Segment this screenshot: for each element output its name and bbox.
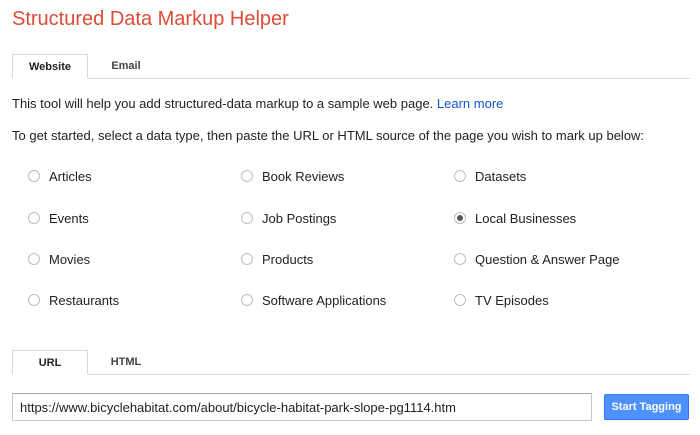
radio-button[interactable] bbox=[241, 212, 253, 224]
start-tagging-button[interactable]: Start Tagging bbox=[604, 394, 689, 420]
option-label: Book Reviews bbox=[262, 168, 345, 184]
data-type-option[interactable]: Software Applications bbox=[241, 291, 386, 309]
option-label: Job Postings bbox=[262, 210, 337, 226]
option-label: Events bbox=[49, 210, 89, 226]
radio-button[interactable] bbox=[28, 294, 40, 306]
radio-button[interactable] bbox=[454, 170, 466, 182]
radio-button[interactable] bbox=[454, 294, 466, 306]
radio-button[interactable] bbox=[28, 253, 40, 265]
data-type-option[interactable]: Restaurants bbox=[28, 291, 119, 309]
intro-text: This tool will help you add structured-d… bbox=[12, 96, 503, 111]
option-label: Articles bbox=[49, 168, 92, 184]
tab-email[interactable]: Email bbox=[88, 54, 164, 78]
option-label: TV Episodes bbox=[475, 292, 549, 308]
tab-url[interactable]: URL bbox=[12, 350, 88, 375]
data-type-option[interactable]: Job Postings bbox=[241, 209, 336, 227]
page-title: Structured Data Markup Helper bbox=[12, 8, 289, 30]
data-type-option[interactable]: Movies bbox=[28, 250, 90, 268]
radio-button[interactable] bbox=[241, 170, 253, 182]
option-label: Products bbox=[262, 251, 314, 267]
data-type-option[interactable]: Local Businesses bbox=[454, 209, 576, 227]
option-label: Local Businesses bbox=[475, 210, 577, 226]
tab-html[interactable]: HTML bbox=[88, 350, 164, 374]
option-label: Restaurants bbox=[49, 292, 120, 308]
radio-button[interactable] bbox=[241, 253, 253, 265]
option-label: Software Applications bbox=[262, 292, 387, 308]
source-tabs: URL HTML bbox=[12, 350, 690, 375]
url-input[interactable] bbox=[12, 393, 592, 421]
radio-button[interactable] bbox=[454, 253, 466, 265]
instruction-text: To get started, select a data type, then… bbox=[12, 128, 645, 143]
learn-more-link[interactable]: Learn more bbox=[437, 96, 503, 111]
option-label: Question & Answer Page bbox=[475, 251, 620, 267]
radio-button[interactable] bbox=[28, 170, 40, 182]
tab-website[interactable]: Website bbox=[12, 54, 88, 79]
data-type-option[interactable]: Events bbox=[28, 209, 89, 227]
radio-button-selected[interactable] bbox=[454, 212, 466, 224]
intro-description: This tool will help you add structured-d… bbox=[12, 96, 434, 111]
option-label: Datasets bbox=[475, 168, 527, 184]
data-type-option[interactable]: Datasets bbox=[454, 167, 526, 185]
data-type-option[interactable]: TV Episodes bbox=[454, 291, 549, 309]
mode-tabs: Website Email bbox=[12, 54, 690, 79]
option-label: Movies bbox=[49, 251, 91, 267]
radio-button[interactable] bbox=[28, 212, 40, 224]
data-type-option[interactable]: Question & Answer Page bbox=[454, 250, 620, 268]
data-type-option[interactable]: Book Reviews bbox=[241, 167, 344, 185]
data-type-option[interactable]: Products bbox=[241, 250, 313, 268]
data-type-option[interactable]: Articles bbox=[28, 167, 92, 185]
radio-button[interactable] bbox=[241, 294, 253, 306]
